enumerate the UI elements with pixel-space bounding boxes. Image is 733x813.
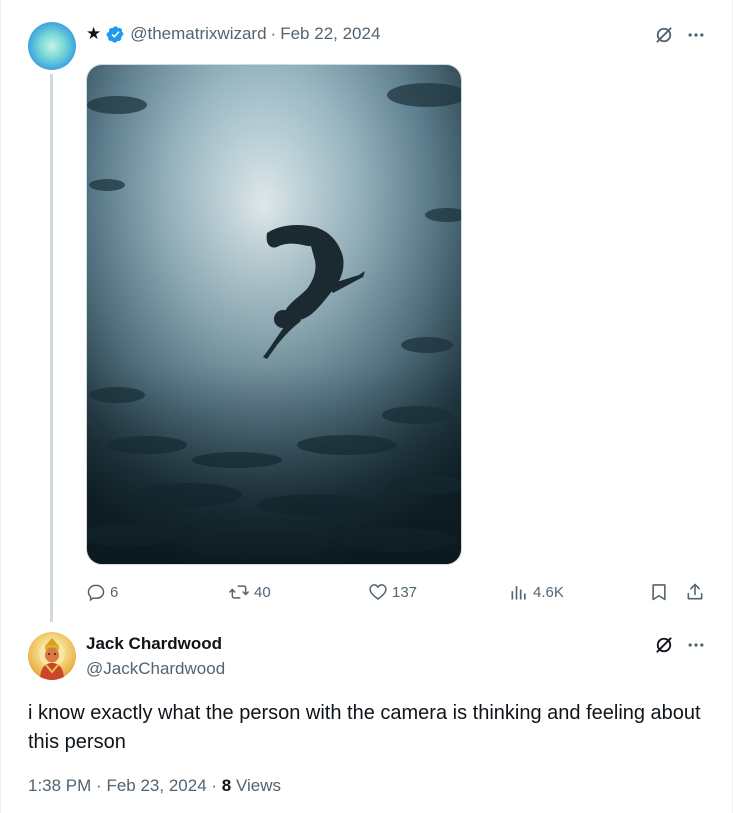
separator: · — [211, 776, 218, 795]
handle[interactable]: @JackChardwood — [86, 659, 225, 679]
reply-icon — [87, 584, 105, 602]
reply-button[interactable]: 6 — [86, 580, 118, 604]
tweet-time[interactable]: 1:38 PM — [28, 776, 91, 795]
tweet-actions-bar: 6 40 137 4.6K — [86, 580, 711, 604]
tweet-date[interactable]: Feb 23, 2024 — [106, 776, 206, 795]
views-count: 8 — [221, 776, 232, 795]
views-count: 4.6K — [533, 583, 564, 601]
views-icon — [511, 586, 526, 600]
repost-button[interactable]: 40 — [228, 580, 271, 604]
like-icon — [369, 584, 387, 600]
views-label: Views — [236, 776, 282, 795]
underwater-swimmer-photo — [87, 65, 461, 564]
more-icon[interactable] — [685, 634, 707, 656]
reply-count: 6 — [110, 583, 119, 601]
avatar[interactable] — [28, 22, 76, 70]
repost-icon — [229, 585, 249, 599]
bookmark-icon — [652, 584, 666, 601]
bookmark-button[interactable] — [649, 580, 673, 604]
share-button[interactable] — [685, 580, 709, 604]
share-icon — [687, 583, 703, 600]
like-button[interactable]: 137 — [368, 580, 417, 604]
repost-count: 40 — [254, 583, 271, 601]
deity-avatar-image — [28, 632, 76, 680]
separator: · — [270, 24, 277, 43]
thread-connector-line — [50, 74, 53, 622]
tweet-media-image[interactable] — [86, 64, 462, 565]
like-count: 137 — [392, 583, 418, 601]
grok-icon[interactable] — [653, 24, 675, 46]
verified-badge-icon — [106, 25, 124, 43]
separator: · — [96, 776, 102, 795]
tweet-text: i know exactly what the person with the … — [28, 702, 701, 753]
tweet-header: ★ @thematrixwizard · Feb 22, 2024 — [86, 24, 380, 44]
display-name[interactable]: ★ — [86, 24, 101, 44]
more-icon[interactable] — [685, 24, 707, 46]
tweet-metadata: 1:38 PM · Feb 23, 2024 · 8 Views — [28, 776, 281, 796]
handle[interactable]: @thematrixwizard — [130, 24, 266, 44]
tweet-date[interactable]: Feb 22, 2024 — [280, 24, 380, 44]
avatar[interactable] — [28, 632, 76, 680]
grok-icon[interactable] — [653, 634, 675, 656]
display-name[interactable]: Jack Chardwood — [86, 634, 222, 654]
views-button[interactable]: 4.6K — [509, 580, 564, 604]
conversation-thread: ★ @thematrixwizard · Feb 22, 2024 6 40 1… — [0, 0, 733, 813]
